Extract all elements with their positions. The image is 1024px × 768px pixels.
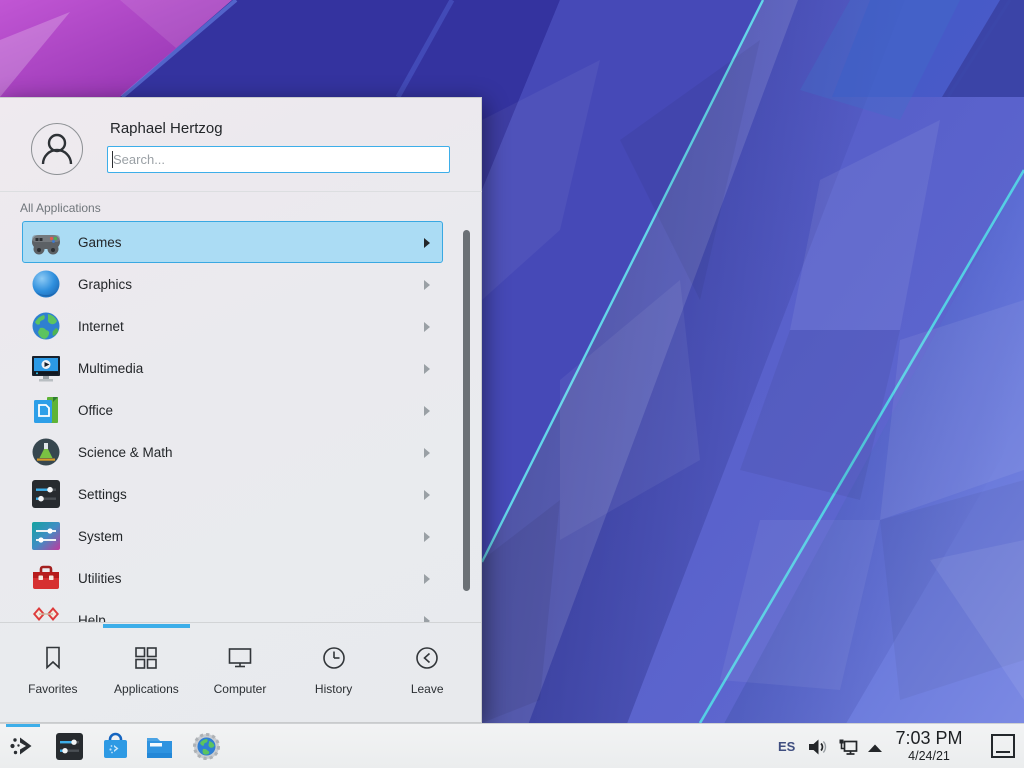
tab-computer[interactable]: Computer [193,638,287,708]
leave-icon [413,644,441,672]
help-icon [30,604,62,622]
computer-icon [226,644,254,672]
launcher-active-indicator [6,724,40,727]
discover-bag-icon[interactable] [100,731,131,762]
user-name: Raphael Hertzog [110,120,223,137]
submenu-arrow-icon [424,532,430,542]
history-clock-icon [320,644,348,672]
taskbar: ES 7:03 PM 4/24/21 [0,723,1024,768]
header-divider [0,191,482,192]
clock-time: 7:03 PM [886,727,972,749]
flask-icon [30,436,62,468]
search-input[interactable] [107,146,450,173]
app-grid-icon [132,644,160,672]
submenu-arrow-icon [424,238,430,248]
sliders-icon [30,478,62,510]
volume-icon[interactable] [806,736,828,758]
konqueror-globe-icon[interactable] [191,731,222,762]
category-science-math[interactable]: Science & Math [22,431,443,473]
toolbox-icon [30,562,62,594]
show-desktop-glyph [996,751,1010,753]
digital-clock[interactable]: 7:03 PM 4/24/21 [886,727,972,764]
tab-applications[interactable]: Applications [100,638,194,708]
tab-history[interactable]: History [287,638,381,708]
gamepad-icon [30,226,62,258]
tabbar-divider [0,622,481,623]
category-label: System [78,529,123,544]
category-label: Office [78,403,113,418]
launcher-tabbar: Favorites Applications Computer [6,638,474,708]
tab-label: Applications [114,682,179,696]
category-help[interactable]: Help [22,599,443,622]
category-label: Science & Math [78,445,173,460]
submenu-arrow-icon [424,280,430,290]
tab-favorites[interactable]: Favorites [6,638,100,708]
submenu-arrow-icon [424,448,430,458]
system-sliders-icon [30,520,62,552]
category-label: Utilities [78,571,122,586]
category-office[interactable]: Office [22,389,443,431]
section-label: All Applications [20,201,101,215]
category-label: Help [78,613,106,623]
dolphin-folder-icon[interactable] [144,731,175,762]
keyboard-layout-indicator[interactable]: ES [778,739,795,754]
globe-icon [30,310,62,342]
submenu-arrow-icon [424,574,430,584]
clock-date: 4/24/21 [886,749,972,764]
text-caret [112,151,113,168]
application-launcher-popup: Raphael Hertzog All Applications Games [0,97,482,723]
category-label: Games [78,235,122,250]
category-label: Settings [78,487,127,502]
desktop: Raphael Hertzog All Applications Games [0,0,1024,768]
submenu-arrow-icon [424,406,430,416]
active-tab-indicator [103,624,190,628]
category-label: Multimedia [78,361,143,376]
category-label: Graphics [78,277,132,292]
expand-tray-icon[interactable] [864,738,886,760]
monitor-play-icon [30,352,62,384]
sphere-icon [30,268,62,300]
category-games[interactable]: Games [22,221,443,263]
user-icon [32,124,82,174]
category-list: Games Graphics [0,220,482,622]
category-graphics[interactable]: Graphics [22,263,443,305]
settings-sliders-icon[interactable] [54,731,85,762]
category-settings[interactable]: Settings [22,473,443,515]
category-label: Internet [78,319,124,334]
tab-label: Leave [411,682,444,696]
documents-icon [30,394,62,426]
category-multimedia[interactable]: Multimedia [22,347,443,389]
category-utilities[interactable]: Utilities [22,557,443,599]
bookmark-icon [39,644,67,672]
submenu-arrow-icon [424,322,430,332]
show-desktop-button[interactable] [991,734,1015,758]
scrollbar[interactable] [463,230,470,591]
network-icon[interactable] [837,736,859,758]
tab-label: Computer [214,682,267,696]
category-system[interactable]: System [22,515,443,557]
submenu-arrow-icon [424,364,430,374]
tab-leave[interactable]: Leave [380,638,474,708]
tab-label: History [315,682,352,696]
category-internet[interactable]: Internet [22,305,443,347]
submenu-arrow-icon [424,490,430,500]
user-avatar[interactable] [31,123,83,175]
tab-label: Favorites [28,682,77,696]
kickoff-icon[interactable] [8,731,39,762]
